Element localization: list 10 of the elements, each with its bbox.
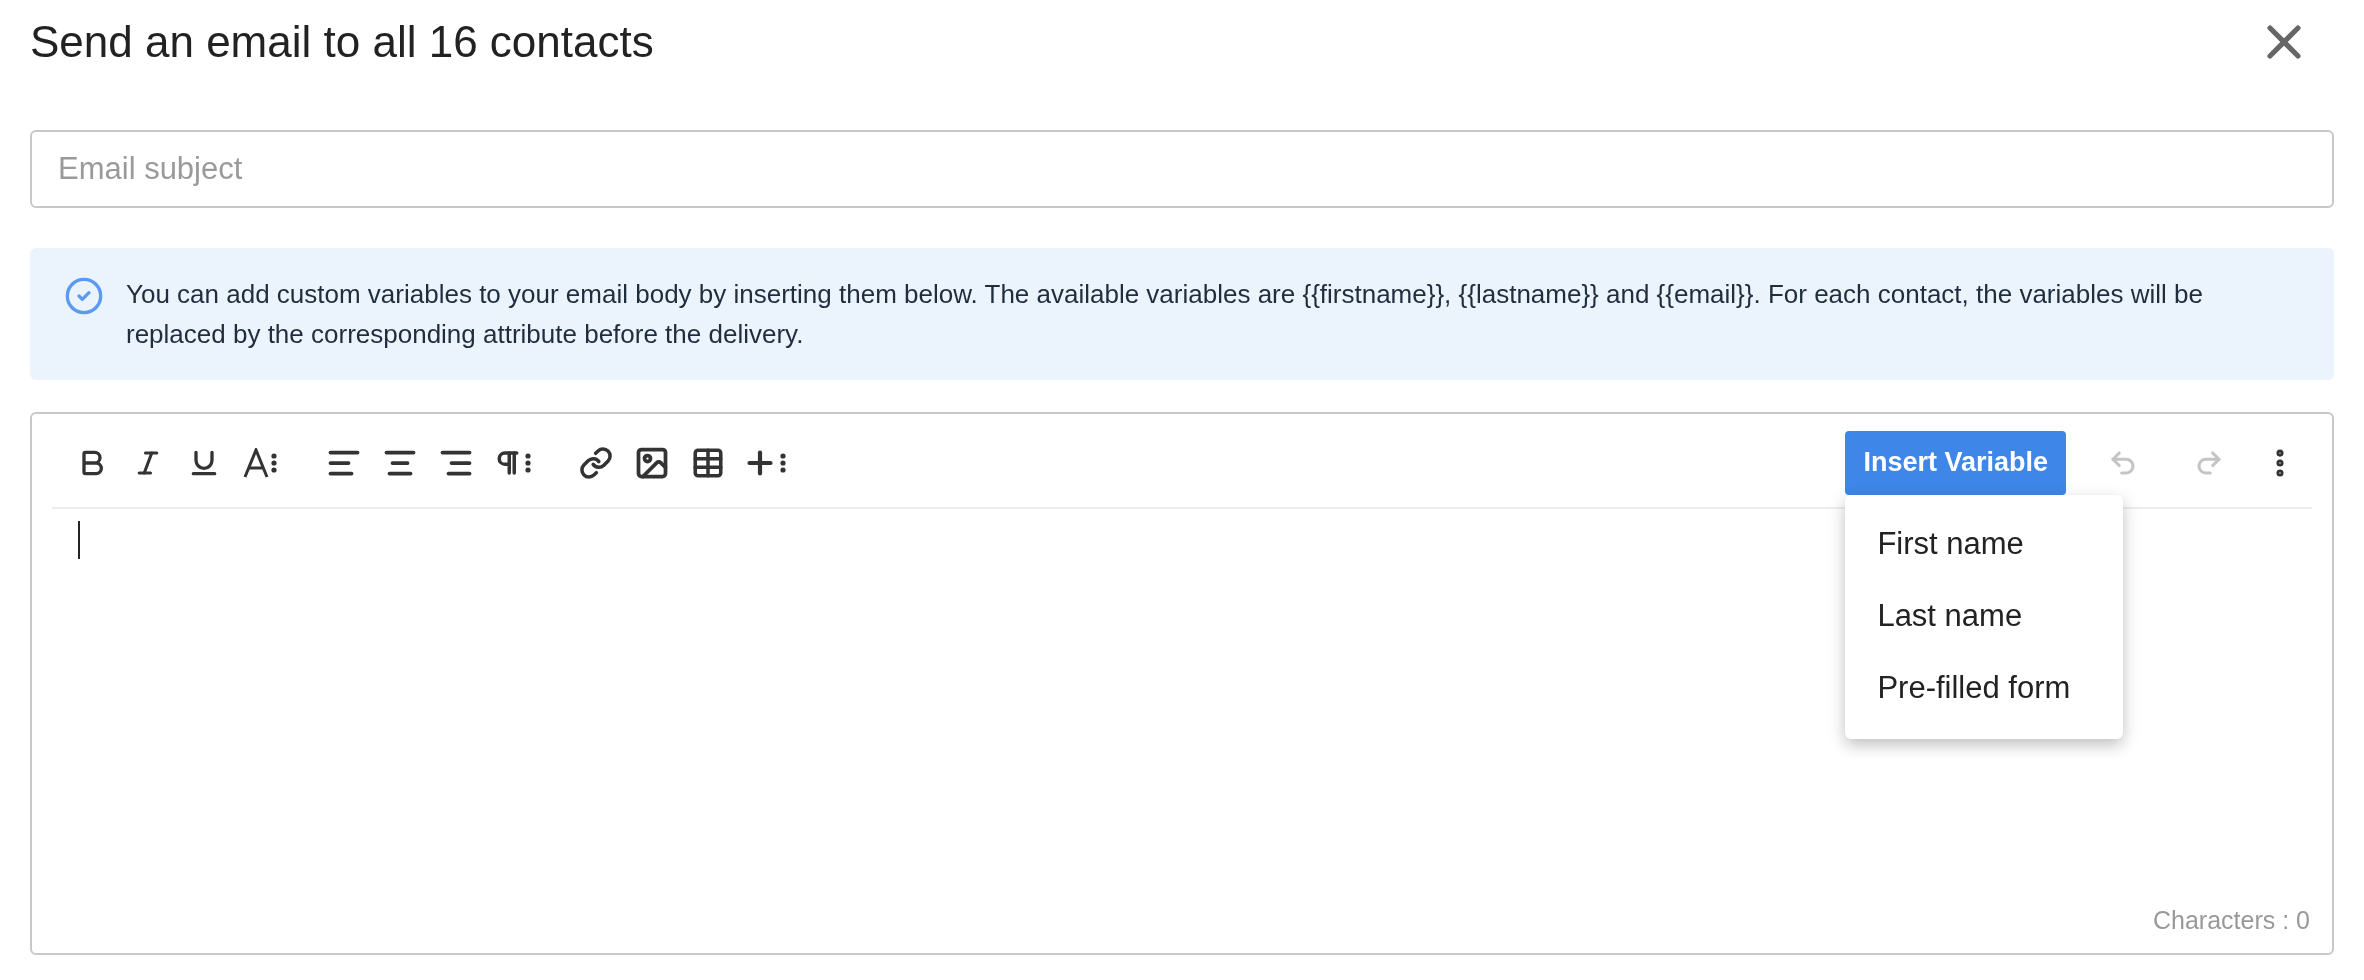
info-text: You can add custom variables to your email body by inserting them below. The available variables are {{firstname}}, {{lastname}} and {{email}}. For each contact, the variables will be replaced by the corresponding attribute before the delivery.: [126, 278, 2204, 351]
menu-item[interactable]: First name: [1845, 508, 2124, 581]
menu-item[interactable]: Pre-filled form: [1845, 652, 2124, 725]
check-circle-icon: [64, 276, 104, 316]
subject-field[interactable]: Email subject: [30, 130, 2334, 208]
text-cursor: [78, 521, 80, 559]
menu-item[interactable]: Last name: [1845, 580, 2124, 653]
dialog-title: Send an email to all 16 contacts: [30, 16, 654, 68]
insert-variable-button[interactable]: Insert Variable: [1845, 430, 2066, 495]
character-counter: Characters : 0: [2153, 904, 2310, 936]
